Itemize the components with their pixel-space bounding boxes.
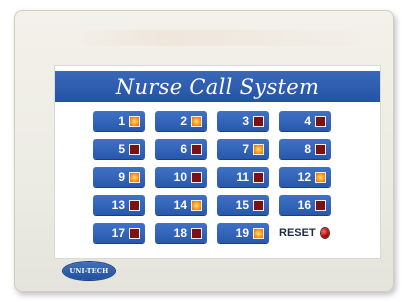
indicator-lamp <box>191 171 202 183</box>
title-bar: Nurse Call System <box>55 71 380 102</box>
call-button-number: 6 <box>180 142 187 156</box>
call-button[interactable]: 2 <box>155 111 207 131</box>
page-title: Nurse Call System <box>115 74 320 99</box>
call-button-grid: 1 2 3 4 5 6 7 8 9 10 11 12 13 14 15 16 1… <box>93 111 353 243</box>
call-button[interactable]: 8 <box>279 139 331 159</box>
call-button[interactable]: 19 <box>217 223 269 243</box>
indicator-lamp <box>253 199 264 211</box>
indicator-lamp <box>129 115 140 127</box>
housing-texture <box>74 30 374 46</box>
reset-button[interactable]: RESET <box>279 223 331 243</box>
indicator-lamp <box>253 143 264 155</box>
call-button[interactable]: 15 <box>217 195 269 215</box>
call-button[interactable]: 3 <box>217 111 269 131</box>
device-housing: Nurse Call System 1 2 3 4 5 6 7 8 9 10 1… <box>14 10 394 292</box>
indicator-lamp <box>129 171 140 183</box>
call-button[interactable]: 5 <box>93 139 145 159</box>
indicator-lamp <box>191 199 202 211</box>
call-button[interactable]: 18 <box>155 223 207 243</box>
call-button-number: 17 <box>111 226 125 240</box>
call-button[interactable]: 13 <box>93 195 145 215</box>
call-button[interactable]: 11 <box>217 167 269 187</box>
indicator-lamp <box>253 171 264 183</box>
call-button[interactable]: 6 <box>155 139 207 159</box>
call-button-number: 2 <box>180 114 187 128</box>
call-button-number: 12 <box>297 170 311 184</box>
call-button-number: 4 <box>304 114 311 128</box>
call-button[interactable]: 1 <box>93 111 145 131</box>
brand-logo-text: UNI-TECH <box>69 267 109 275</box>
call-button-number: 14 <box>173 198 187 212</box>
indicator-lamp <box>191 143 202 155</box>
indicator-lamp <box>129 199 140 211</box>
indicator-lamp <box>129 227 140 239</box>
brand-logo: UNI-TECH <box>63 262 115 280</box>
reset-led-icon <box>320 228 329 238</box>
call-button[interactable]: 17 <box>93 223 145 243</box>
call-button-number: 7 <box>242 142 249 156</box>
call-button[interactable]: 10 <box>155 167 207 187</box>
call-button-number: 5 <box>118 142 125 156</box>
indicator-lamp <box>315 199 326 211</box>
indicator-lamp <box>315 143 326 155</box>
call-button-number: 16 <box>297 198 311 212</box>
call-button-number: 19 <box>235 226 249 240</box>
indicator-lamp <box>129 143 140 155</box>
call-button-number: 13 <box>111 198 125 212</box>
call-button-number: 15 <box>235 198 249 212</box>
call-button[interactable]: 4 <box>279 111 331 131</box>
indicator-lamp <box>191 227 202 239</box>
call-button-number: 11 <box>236 170 249 184</box>
call-button[interactable]: 16 <box>279 195 331 215</box>
call-button[interactable]: 12 <box>279 167 331 187</box>
call-button-number: 10 <box>173 170 187 184</box>
call-button-number: 8 <box>304 142 311 156</box>
indicator-lamp <box>315 115 326 127</box>
call-button-number: 9 <box>118 170 125 184</box>
call-button-number: 3 <box>242 114 249 128</box>
indicator-lamp <box>191 115 202 127</box>
call-button[interactable]: 14 <box>155 195 207 215</box>
display-panel: Nurse Call System 1 2 3 4 5 6 7 8 9 10 1… <box>54 65 381 259</box>
call-button-number: 18 <box>173 226 187 240</box>
indicator-lamp <box>253 115 264 127</box>
reset-label: RESET <box>279 227 316 239</box>
call-button-number: 1 <box>118 114 125 128</box>
call-button[interactable]: 7 <box>217 139 269 159</box>
indicator-lamp <box>253 227 264 239</box>
indicator-lamp <box>315 171 326 183</box>
call-button[interactable]: 9 <box>93 167 145 187</box>
